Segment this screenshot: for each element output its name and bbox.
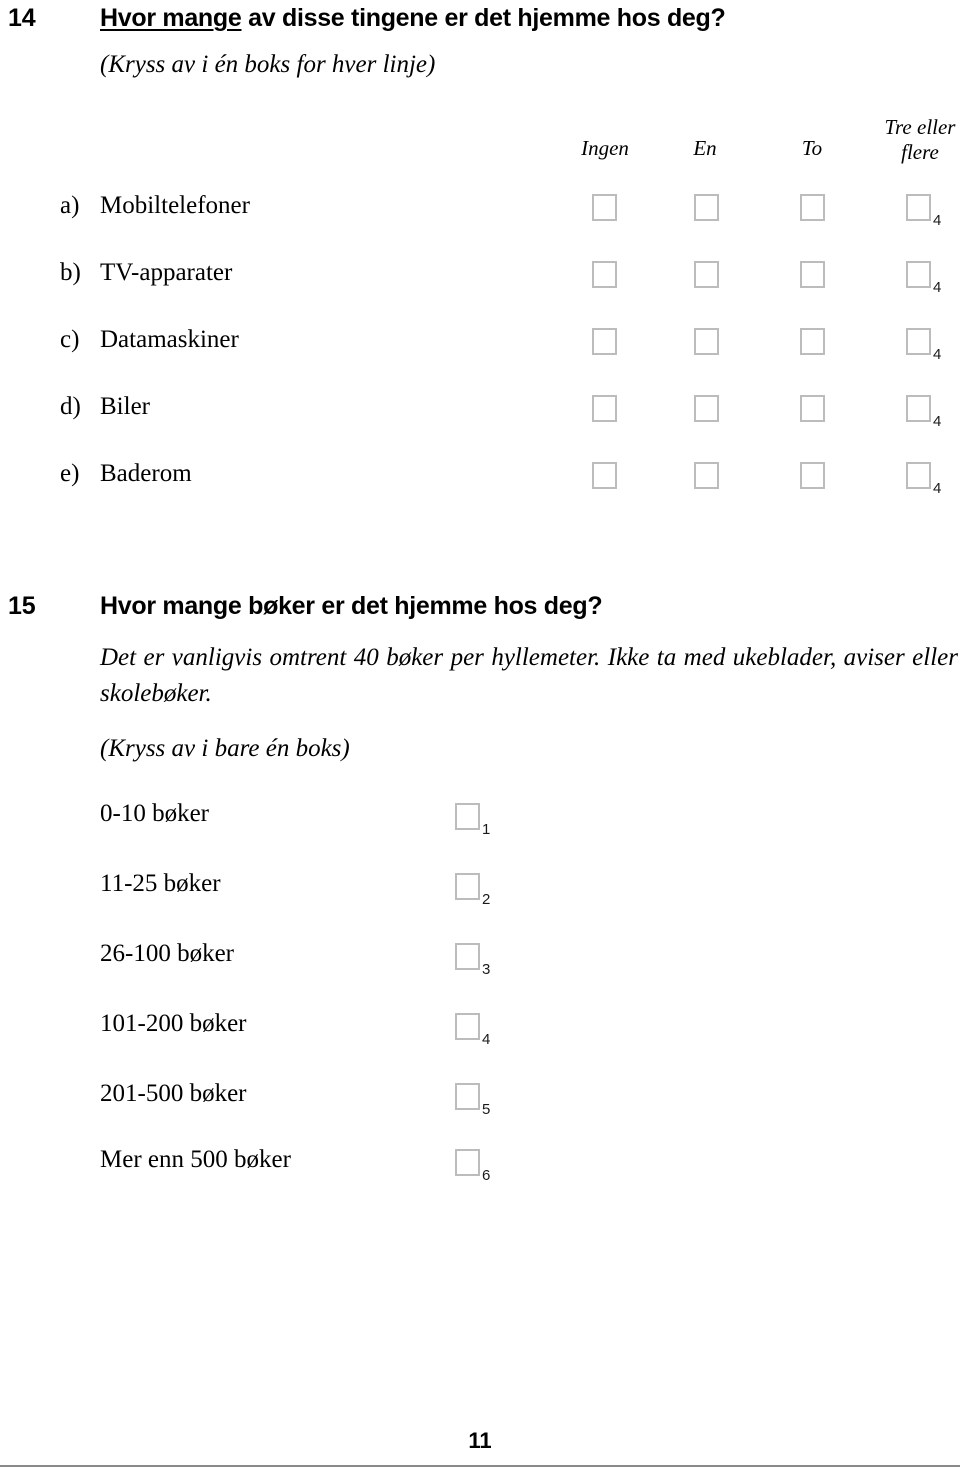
question-14-heading: Hvor mange av disse tingene er det hjemm… — [100, 4, 726, 33]
matrix-row-letter: a) — [60, 192, 80, 219]
column-header-tre-eller-flere-line1: Tre eller — [884, 115, 956, 139]
question-14-heading-rest: av disse tingene er det hjemme hos deg? — [241, 4, 726, 32]
checkbox-subscript: 4 — [933, 480, 942, 497]
checkbox-tv-apparater-ingen[interactable] — [592, 261, 617, 288]
checkbox-subscript: 4 — [933, 212, 942, 229]
checkbox-subscript: 3 — [482, 961, 491, 978]
checkbox-tv-apparater-to[interactable] — [800, 261, 825, 288]
option-label-mer-enn-500-boker: Mer enn 500 bøker — [100, 1146, 291, 1173]
question-15-number: 15 — [8, 592, 36, 620]
question-15-heading: Hvor mange bøker er det hjemme hos deg? — [100, 592, 603, 620]
question-14-heading-underlined: Hvor mange — [100, 4, 242, 32]
question-14-number: 14 — [8, 4, 36, 32]
checkbox-biler-ingen[interactable] — [592, 395, 617, 422]
checkbox-datamaskiner-to[interactable] — [800, 328, 825, 355]
checkbox-option-mer-enn-500-boker[interactable] — [455, 1149, 480, 1176]
checkbox-biler-en[interactable] — [694, 395, 719, 422]
column-header-en: En — [693, 136, 717, 160]
checkbox-subscript: 5 — [482, 1101, 491, 1118]
column-header-tre-eller-flere: Tre eller flere — [860, 115, 960, 165]
checkbox-datamaskiner-tre-eller-flere[interactable] — [906, 328, 931, 355]
checkbox-baderom-tre-eller-flere[interactable] — [906, 462, 931, 489]
checkbox-option-11-25-boker[interactable] — [455, 873, 480, 900]
question-15-helptext: Det er vanligvis omtrent 40 bøker per hy… — [100, 644, 958, 707]
checkbox-mobiltelefoner-ingen[interactable] — [592, 194, 617, 221]
questionnaire-page: 14 Hvor mange av disse tingene er det hj… — [0, 0, 960, 1467]
checkbox-subscript: 1 — [482, 821, 491, 838]
matrix-row-letter: b) — [60, 259, 81, 286]
checkbox-option-101-200-boker[interactable] — [455, 1013, 480, 1040]
checkbox-tv-apparater-en[interactable] — [694, 261, 719, 288]
page-number: 11 — [468, 1428, 492, 1453]
checkbox-subscript: 6 — [482, 1167, 491, 1184]
option-label-0-10-boker: 0-10 bøker — [100, 800, 209, 827]
checkbox-biler-to[interactable] — [800, 395, 825, 422]
checkbox-option-0-10-boker[interactable] — [455, 803, 480, 830]
option-label-201-500-boker: 201-500 bøker — [100, 1080, 247, 1107]
checkbox-biler-tre-eller-flere[interactable] — [906, 395, 931, 422]
checkbox-mobiltelefoner-en[interactable] — [694, 194, 719, 221]
question-14-instruction: (Kryss av i én boks for hver linje) — [100, 51, 436, 78]
option-label-11-25-boker: 11-25 bøker — [100, 870, 221, 897]
checkbox-mobiltelefoner-tre-eller-flere[interactable] — [906, 194, 931, 221]
checkbox-datamaskiner-en[interactable] — [694, 328, 719, 355]
checkbox-subscript: 4 — [933, 413, 942, 430]
matrix-row-label-biler: Biler — [100, 393, 150, 420]
checkbox-option-201-500-boker[interactable] — [455, 1083, 480, 1110]
checkbox-mobiltelefoner-to[interactable] — [800, 194, 825, 221]
checkbox-subscript: 2 — [482, 891, 491, 908]
checkbox-subscript: 4 — [933, 346, 942, 363]
matrix-row-letter: d) — [60, 393, 81, 420]
column-header-to: To — [801, 136, 823, 160]
question-15-instruction: (Kryss av i bare én boks) — [100, 735, 350, 762]
matrix-row-label-mobiltelefoner: Mobiltelefoner — [100, 192, 250, 219]
matrix-row-label-tv-apparater: TV-apparater — [100, 259, 233, 286]
option-label-26-100-boker: 26-100 bøker — [100, 940, 234, 967]
checkbox-subscript: 4 — [933, 279, 942, 296]
matrix-row-letter: e) — [60, 460, 80, 487]
column-header-tre-eller-flere-line2: flere — [901, 139, 939, 164]
checkbox-subscript: 4 — [482, 1031, 491, 1048]
checkbox-baderom-to[interactable] — [800, 462, 825, 489]
checkbox-baderom-ingen[interactable] — [592, 462, 617, 489]
matrix-row-label-baderom: Baderom — [100, 460, 192, 487]
matrix-row-letter: c) — [60, 326, 80, 353]
checkbox-baderom-en[interactable] — [694, 462, 719, 489]
matrix-row-label-datamaskiner: Datamaskiner — [100, 326, 239, 353]
checkbox-tv-apparater-tre-eller-flere[interactable] — [906, 261, 931, 288]
option-label-101-200-boker: 101-200 bøker — [100, 1010, 247, 1037]
checkbox-option-26-100-boker[interactable] — [455, 943, 480, 970]
checkbox-datamaskiner-ingen[interactable] — [592, 328, 617, 355]
